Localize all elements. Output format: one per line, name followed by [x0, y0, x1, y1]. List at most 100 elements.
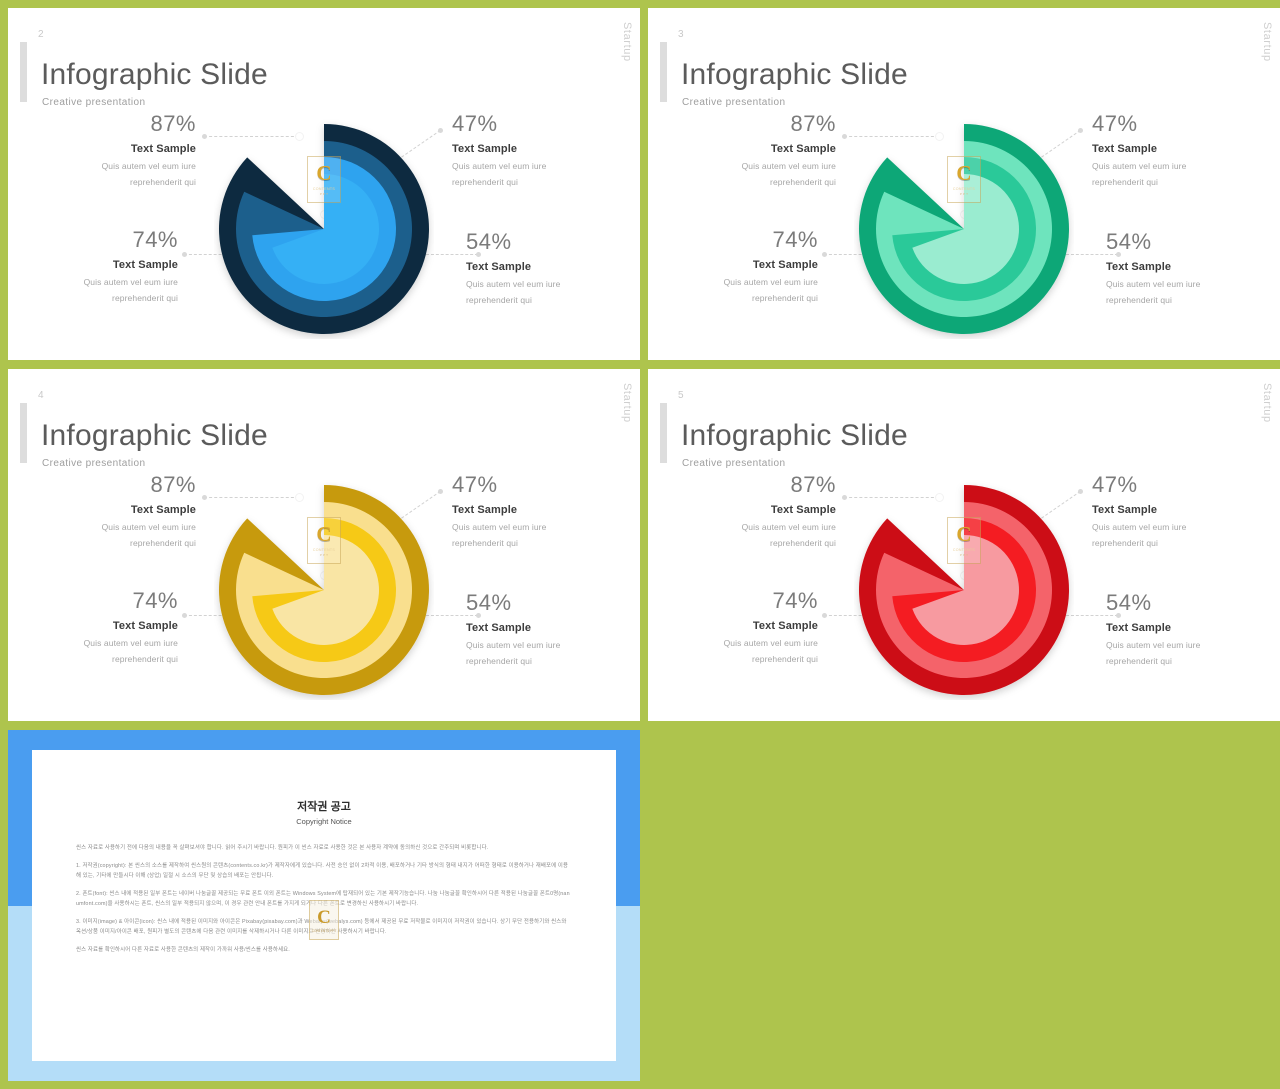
stat-title: Text Sample	[452, 143, 518, 156]
slide-2[interactable]: 2 Infographic Slide Creative presentation S…	[8, 8, 640, 360]
chart-stage: C CONTENTS P P T 87% Text Sample Quis autem v…	[8, 465, 640, 721]
brand-label-startup: Startup	[1261, 383, 1273, 423]
stat-percent: 54%	[466, 590, 512, 615]
donut-chart-wrapper[interactable]	[854, 480, 1074, 700]
chart-stage: C CONTENTS P P T 87% Text Sample Quis autem v…	[648, 465, 1280, 721]
stat-percent: 87%	[790, 111, 836, 136]
brand-label-startup: Startup	[621, 383, 633, 423]
chart-stage: C CONTENTS P P T 87% Text Sample Quis autem v…	[648, 104, 1280, 360]
stat-percent: 74%	[772, 588, 818, 613]
stat-title: Text Sample	[1106, 622, 1172, 635]
stat-percent: 47%	[1092, 111, 1138, 136]
stat-description-line2: reprehenderit qui	[452, 176, 518, 187]
stat-description-line1: Quis autem vel eum iure	[723, 638, 818, 649]
slide-number: 3	[678, 29, 685, 40]
stat-description-line2: reprehenderit qui	[1092, 537, 1158, 548]
stat-description-line1: Quis autem vel eum iure	[741, 161, 836, 172]
stat-percent: 47%	[1092, 472, 1138, 497]
donut-chart-wrapper[interactable]	[214, 480, 434, 700]
slide-4[interactable]: 4 Infographic Slide Creative presentation S…	[8, 369, 640, 721]
stat-description-line1: Quis autem vel eum iure	[723, 277, 818, 288]
stat-title: Text Sample	[112, 620, 178, 633]
stat-percent: 54%	[466, 229, 512, 254]
slide-title: Infographic Slide	[681, 58, 908, 91]
stat-description: Quis autem vel eum iure reprehenderit qui	[8, 275, 178, 306]
stat-description: Quis autem vel eum iure reprehenderit qui	[1092, 159, 1262, 190]
slide-3[interactable]: 3 Infographic Slide Creative presentation S…	[648, 8, 1280, 360]
stat-label-bottom-right: 54% Text Sample Quis autem vel eum iure rep…	[466, 229, 636, 309]
brand-label-startup: Startup	[1261, 22, 1273, 62]
stat-description-line2: reprehenderit qui	[112, 653, 178, 664]
connector-end-dot	[181, 612, 187, 618]
copyright-title: 저작권 공고	[297, 801, 351, 813]
stat-description: Quis autem vel eum iure reprehenderit qui	[452, 520, 622, 551]
stat-description: Quis autem vel eum iure reprehenderit qui	[452, 159, 622, 190]
slide-title: Infographic Slide	[681, 419, 908, 452]
slide-deck-grid: 2 Infographic Slide Creative presentation S…	[0, 0, 1280, 1089]
connector-end-dot	[1077, 127, 1083, 133]
donut-chart	[219, 124, 429, 334]
stat-description-line2: reprehenderit qui	[452, 537, 518, 548]
stat-description-line1: Quis autem vel eum iure	[452, 522, 547, 533]
stat-percent: 74%	[132, 227, 178, 252]
connector-end-dot	[841, 494, 847, 500]
stat-title: Text Sample	[466, 261, 532, 274]
stat-label-top-left: 87% Text Sample Quis autem vel eum iure rep…	[26, 472, 196, 552]
stat-description-line2: reprehenderit qui	[752, 292, 818, 303]
stat-description: Quis autem vel eum iure reprehenderit qui	[466, 277, 636, 308]
stat-label-bottom-left: 74% Text Sample Quis autem vel eum iure rep…	[8, 588, 178, 668]
stat-description-line1: Quis autem vel eum iure	[101, 161, 196, 172]
stat-label-top-left: 87% Text Sample Quis autem vel eum iure rep…	[26, 111, 196, 191]
connector-end-dot	[821, 251, 827, 257]
copyright-document: 저작권 공고 Copyright Notice 씬스 자료로 사용하기 전에 다음의…	[32, 750, 616, 1061]
stat-description: Quis autem vel eum iure reprehenderit qui	[666, 520, 836, 551]
title-accent-bar	[20, 403, 27, 463]
donut-chart	[859, 485, 1069, 695]
stat-description-line1: Quis autem vel eum iure	[1106, 279, 1201, 290]
stat-label-top-left: 87% Text Sample Quis autem vel eum iure rep…	[666, 472, 836, 552]
copyright-notice-panel[interactable]: 저작권 공고 Copyright Notice 씬스 자료로 사용하기 전에 다음의…	[8, 730, 640, 1081]
stat-percent: 87%	[150, 472, 196, 497]
stat-description: Quis autem vel eum iure reprehenderit qui	[1092, 520, 1262, 551]
stat-title: Text Sample	[112, 259, 178, 272]
stat-title: Text Sample	[770, 504, 836, 517]
stat-description: Quis autem vel eum iure reprehenderit qui	[1106, 277, 1276, 308]
donut-chart-wrapper[interactable]	[214, 119, 434, 339]
stat-title: Text Sample	[452, 504, 518, 517]
stat-description: Quis autem vel eum iure reprehenderit qui	[8, 636, 178, 667]
stat-label-top-right: 47% Text Sample Quis autem vel eum iure rep…	[1092, 111, 1262, 191]
stat-title: Text Sample	[770, 143, 836, 156]
connector-end-dot	[201, 133, 207, 139]
donut-chart	[859, 124, 1069, 334]
stat-label-bottom-left: 74% Text Sample Quis autem vel eum iure rep…	[648, 227, 818, 307]
stat-percent: 74%	[772, 227, 818, 252]
stat-description-line1: Quis autem vel eum iure	[101, 522, 196, 533]
stat-description-line1: Quis autem vel eum iure	[1092, 161, 1187, 172]
slide-title: Infographic Slide	[41, 419, 268, 452]
stat-description-line1: Quis autem vel eum iure	[466, 279, 561, 290]
stat-description-line2: reprehenderit qui	[770, 537, 836, 548]
stat-description-line2: reprehenderit qui	[1106, 655, 1172, 666]
connector-end-dot	[181, 251, 187, 257]
stat-description: Quis autem vel eum iure reprehenderit qui	[26, 520, 196, 551]
stat-description-line2: reprehenderit qui	[1092, 176, 1158, 187]
watermark-letter-c: C	[317, 906, 331, 928]
stat-percent: 47%	[452, 472, 498, 497]
stat-title: Text Sample	[466, 622, 532, 635]
stat-description-line1: Quis autem vel eum iure	[466, 640, 561, 651]
stat-description-line1: Quis autem vel eum iure	[1092, 522, 1187, 533]
connector-end-dot	[437, 488, 443, 494]
stat-label-bottom-right: 54% Text Sample Quis autem vel eum iure rep…	[1106, 229, 1276, 309]
donut-chart-wrapper[interactable]	[854, 119, 1074, 339]
slide-5[interactable]: 5 Infographic Slide Creative presentation S…	[648, 369, 1280, 721]
stat-description-line2: reprehenderit qui	[752, 653, 818, 664]
connector-end-dot	[1077, 488, 1083, 494]
stat-description-line2: reprehenderit qui	[466, 655, 532, 666]
stat-label-top-left: 87% Text Sample Quis autem vel eum iure rep…	[666, 111, 836, 191]
stat-description: Quis autem vel eum iure reprehenderit qui	[648, 636, 818, 667]
connector-end-dot	[841, 133, 847, 139]
title-accent-bar	[20, 42, 27, 102]
stat-label-bottom-left: 74% Text Sample Quis autem vel eum iure rep…	[648, 588, 818, 668]
stat-percent: 87%	[790, 472, 836, 497]
slide-number: 2	[38, 29, 45, 40]
